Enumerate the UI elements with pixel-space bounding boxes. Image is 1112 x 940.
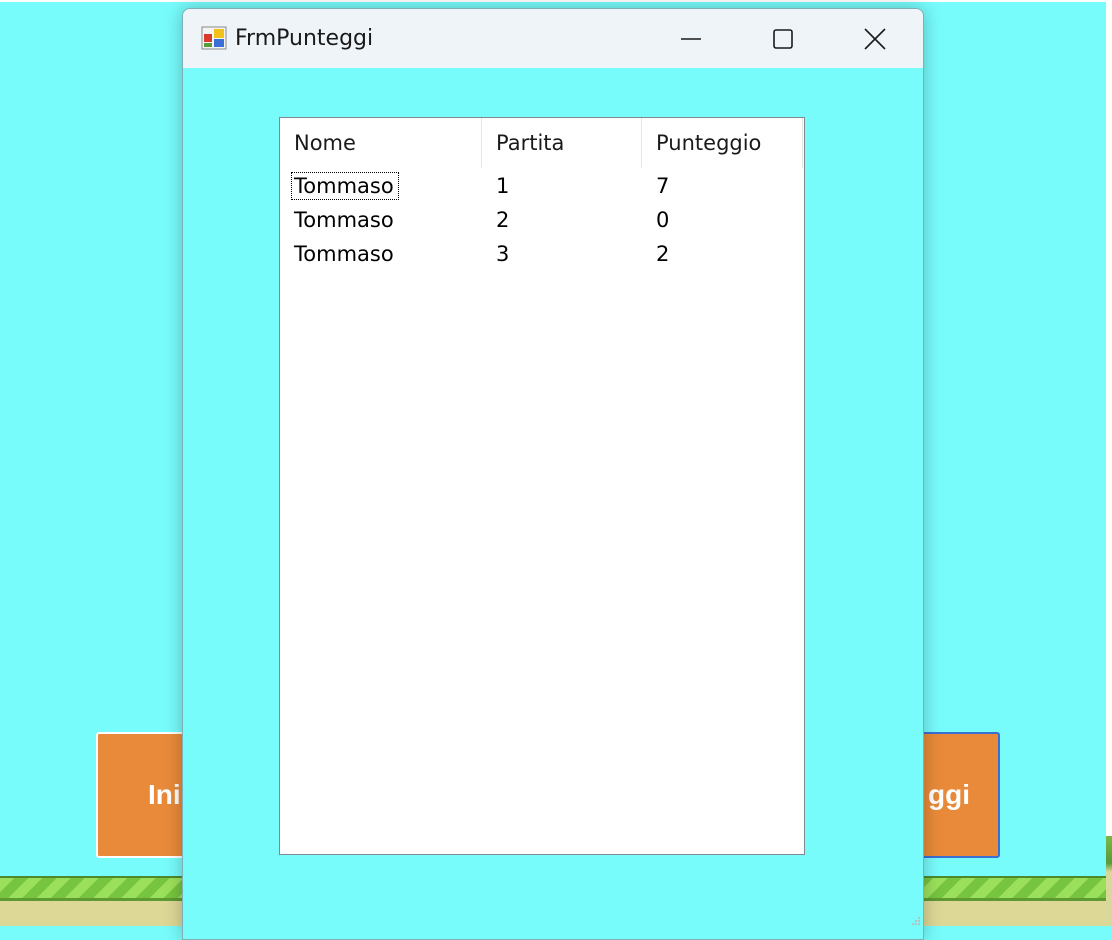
start-game-button-label: Ini: [148, 779, 181, 810]
list-item-partita: 2: [496, 208, 510, 232]
list-item-nome: Tommaso: [294, 242, 394, 266]
scores-dialog: FrmPunteggi Nome Partita Punteggio Tomma…: [182, 8, 924, 940]
minimize-button[interactable]: [645, 9, 737, 68]
scores-listview[interactable]: Nome Partita Punteggio Tommaso 1 7 Tomma…: [279, 117, 805, 855]
list-item-nome: Tommaso: [280, 169, 482, 203]
column-header-partita[interactable]: Partita: [482, 118, 642, 168]
resize-grip-icon[interactable]: [911, 915, 921, 927]
close-button[interactable]: [829, 9, 921, 68]
maximize-icon: [773, 28, 793, 49]
list-item[interactable]: Tommaso 3 2: [280, 237, 804, 271]
minimize-icon: [681, 37, 701, 40]
list-item-punteggio: 2: [656, 242, 670, 266]
column-header-punteggio[interactable]: Punteggio: [642, 118, 803, 168]
list-item[interactable]: Tommaso 1 7: [280, 169, 804, 203]
app-form-icon: [201, 26, 227, 50]
focused-cell-text: Tommaso: [290, 171, 400, 201]
list-item-punteggio: 7: [656, 174, 670, 198]
list-item-nome: Tommaso: [294, 208, 394, 232]
scores-button-label: ggi: [928, 779, 970, 810]
close-icon: [864, 27, 886, 50]
column-header-nome[interactable]: Nome: [280, 118, 482, 168]
list-item-punteggio: 0: [656, 208, 670, 232]
listview-header: Nome Partita Punteggio: [280, 118, 804, 168]
dialog-title: FrmPunteggi: [235, 26, 374, 51]
maximize-button[interactable]: [737, 9, 829, 68]
list-item-partita: 1: [496, 174, 510, 198]
desktop-edge: [1106, 0, 1112, 926]
list-item[interactable]: Tommaso 2 0: [280, 203, 804, 237]
dialog-titlebar[interactable]: FrmPunteggi: [183, 9, 923, 68]
list-item-partita: 3: [496, 242, 510, 266]
